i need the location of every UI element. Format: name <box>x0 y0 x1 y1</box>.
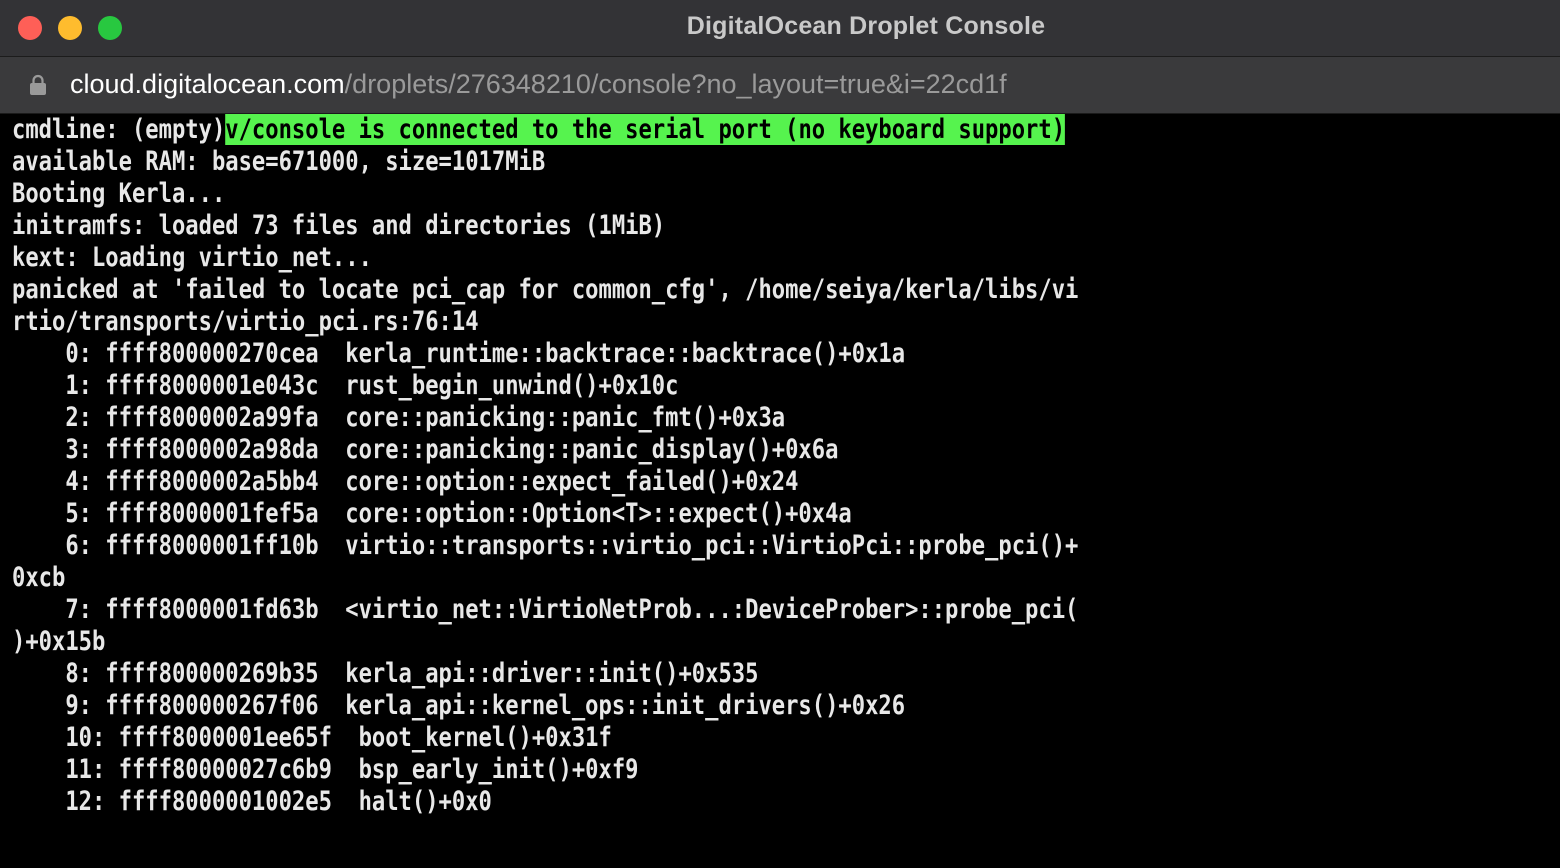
console-line: 12: ffff8000001002e5 halt()+0x0 <box>12 786 492 817</box>
window-title: DigitalOcean Droplet Console <box>686 12 1046 40</box>
lock-icon <box>30 74 46 95</box>
console-line: )+0x15b <box>12 626 106 657</box>
url-path: /droplets/276348210/console?no_layout=tr… <box>344 69 1007 99</box>
console-line: 7: ffff8000001fd63b <virtio_net::VirtioN… <box>12 594 1079 625</box>
console-line: cmdline: (empty)v/console is connected t… <box>12 114 1275 146</box>
url-host: cloud.digitalocean.com <box>70 69 345 99</box>
console-line: rtio/transports/virtio_pci.rs:76:14 <box>12 306 479 337</box>
console-line: panicked at 'failed to locate pci_cap fo… <box>12 274 1079 305</box>
console-line: Booting Kerla... <box>12 178 226 209</box>
console-line: 0xcb <box>12 562 66 593</box>
address-bar[interactable]: cloud.digitalocean.com/droplets/27634821… <box>0 57 1560 114</box>
console-line: 4: ffff8000002a5bb4 core::option::expect… <box>12 466 799 497</box>
console-line: 10: ffff8000001ee65f boot_kernel()+0x31f <box>12 722 612 753</box>
console-line: 3: ffff8000002a98da core::panicking::pan… <box>12 434 839 465</box>
console-line: 11: ffff80000027c6b9 bsp_early_init()+0x… <box>12 754 639 785</box>
console-line: kext: Loading virtio_net... <box>12 242 372 273</box>
console-line: initramfs: loaded 73 files and directori… <box>12 210 666 241</box>
serial-console[interactable]: cmdline: (empty)v/console is connected t… <box>12 114 1552 864</box>
title-bar: DigitalOcean Droplet Console <box>0 0 1560 57</box>
console-line: available RAM: base=671000, size=1017MiB <box>12 146 546 177</box>
console-status-banner: v/console is connected to the serial por… <box>225 114 1066 145</box>
url-text[interactable]: cloud.digitalocean.com/droplets/27634821… <box>70 69 1007 100</box>
console-line: 1: ffff8000001e043c rust_begin_unwind()+… <box>12 370 679 401</box>
console-line: 0: ffff800000270cea kerla_runtime::backt… <box>12 338 906 369</box>
console-line-prefix: cmdline: (empty) <box>12 114 226 145</box>
console-line: 2: ffff8000002a99fa core::panicking::pan… <box>12 402 786 433</box>
console-line: 5: ffff8000001fef5a core::option::Option… <box>12 498 852 529</box>
console-line: 9: ffff800000267f06 kerla_api::kernel_op… <box>12 690 906 721</box>
console-line: 6: ffff8000001ff10b virtio::transports::… <box>12 530 1079 561</box>
console-line: 8: ffff800000269b35 kerla_api::driver::i… <box>12 658 759 689</box>
browser-window: DigitalOcean Droplet Console cloud.digit… <box>0 0 1560 868</box>
